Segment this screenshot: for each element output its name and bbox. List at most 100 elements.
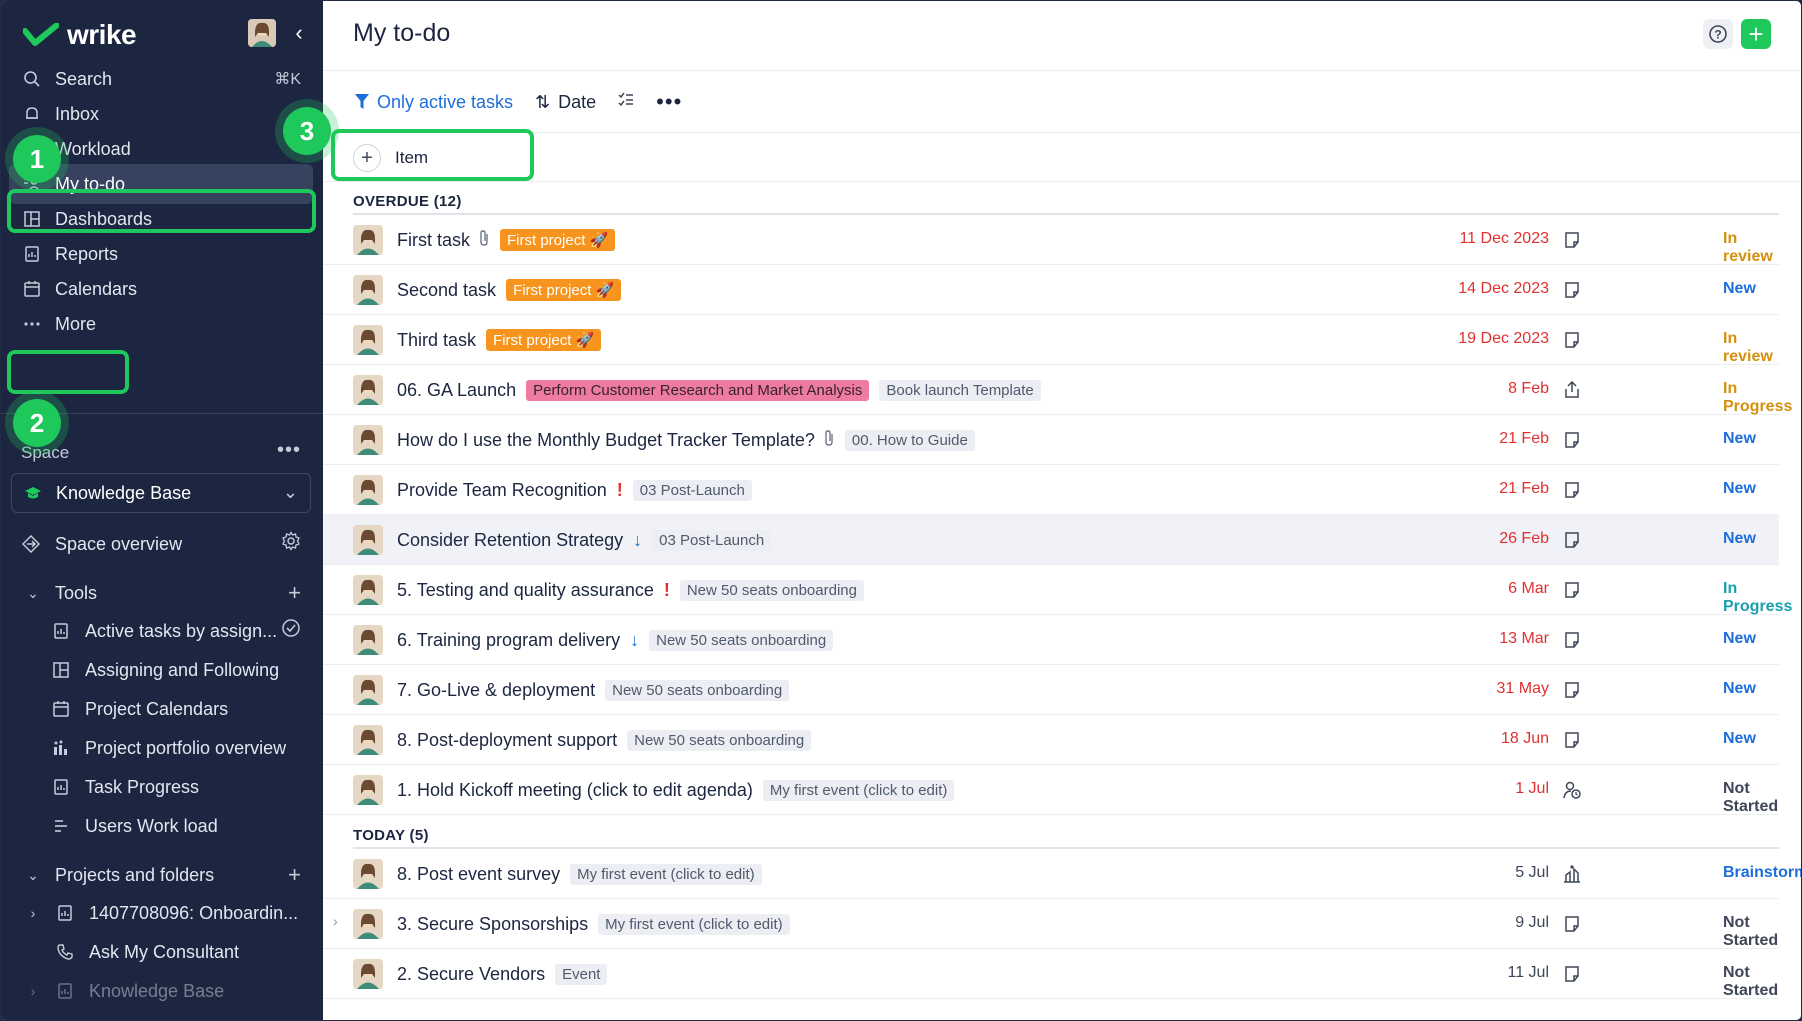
create-new-button[interactable]: +	[1741, 19, 1771, 49]
task-title[interactable]: Third task	[397, 330, 476, 351]
task-row[interactable]: Consider Retention Strategy ↓ 03 Post-Laun…	[323, 515, 1779, 565]
task-icon[interactable]	[1561, 229, 1583, 251]
task-icon[interactable]	[1561, 529, 1583, 551]
due-date[interactable]: 14 Dec 2023	[1458, 280, 1549, 298]
due-date[interactable]: 13 Mar	[1499, 630, 1549, 648]
add-tool-button[interactable]: +	[288, 580, 301, 606]
project-tag[interactable]: 03 Post-Launch	[652, 529, 772, 551]
tool-item-3[interactable]: Project portfolio overview	[51, 730, 323, 766]
project-item-1[interactable]: Ask My Consultant	[23, 934, 323, 970]
task-title[interactable]: 5. Testing and quality assurance	[397, 580, 654, 601]
sort-button[interactable]: ⇅ Date	[535, 92, 596, 113]
collapse-sidebar-button[interactable]: ‹	[289, 19, 309, 47]
checklist-view-icon[interactable]	[618, 92, 634, 113]
nav-item-more[interactable]: More	[9, 304, 313, 344]
tool-item-0[interactable]: Active tasks by assign...	[51, 613, 323, 649]
assignee-avatar[interactable]	[353, 275, 383, 305]
help-button[interactable]: ?	[1703, 19, 1733, 49]
status-label[interactable]: New	[1723, 280, 1756, 298]
tool-status-icon[interactable]	[281, 618, 301, 644]
nav-item-inbox[interactable]: Inbox	[9, 94, 313, 134]
task-title[interactable]: 8. Post event survey	[397, 864, 560, 885]
task-row[interactable]: How do I use the Monthly Budget Tracker …	[323, 415, 1779, 465]
project-tag[interactable]: New 50 seats onboarding	[627, 729, 812, 751]
assignee-avatar[interactable]	[353, 859, 383, 889]
status-label[interactable]: Not Started	[1723, 780, 1779, 816]
space-selector[interactable]: Knowledge Base ⌄	[11, 473, 311, 513]
brainstorm-icon[interactable]	[1561, 863, 1583, 885]
assignee-avatar[interactable]	[353, 425, 383, 455]
due-date[interactable]: 18 Jun	[1501, 730, 1549, 748]
task-title[interactable]: 6. Training program delivery	[397, 630, 620, 651]
chevron-right-icon[interactable]: ›	[333, 913, 338, 929]
task-row[interactable]: 5. Testing and quality assurance! New 50 …	[323, 565, 1792, 615]
assignee-avatar[interactable]	[353, 725, 383, 755]
due-date[interactable]: 31 May	[1497, 680, 1549, 698]
task-row[interactable]: 2. Secure Vendors Event 11 Jul Not Started	[323, 949, 1779, 999]
tools-section[interactable]: ⌄ Tools +	[23, 575, 323, 611]
project-tag[interactable]: First project 🚀	[506, 279, 622, 301]
launch-icon[interactable]	[1561, 379, 1583, 401]
tool-item-5[interactable]: Users Work load	[51, 808, 323, 844]
task-icon[interactable]	[1561, 279, 1583, 301]
add-project-button[interactable]: +	[288, 862, 301, 888]
task-row[interactable]: 06. GA Launch Perform Customer Research a…	[323, 365, 1792, 415]
task-title[interactable]: Consider Retention Strategy	[397, 530, 623, 551]
due-date[interactable]: 19 Dec 2023	[1458, 330, 1549, 348]
active-tasks-filter[interactable]: Only active tasks	[355, 92, 513, 113]
task-row[interactable]: 8. Post event survey My first event (clic…	[323, 849, 1801, 899]
status-label[interactable]: In review	[1723, 330, 1779, 366]
status-label[interactable]: Not Started	[1723, 964, 1779, 1000]
task-row[interactable]: 7. Go-Live & deployment New 50 seats onbo…	[323, 665, 1779, 715]
project-tag[interactable]: My first event (click to edit)	[598, 913, 790, 935]
wrike-logo[interactable]: wrike	[23, 19, 137, 51]
task-icon[interactable]	[1561, 479, 1583, 501]
projects-section[interactable]: ⌄ Projects and folders +	[23, 857, 323, 893]
meeting-icon[interactable]	[1561, 779, 1583, 801]
project-tag[interactable]: Perform Customer Research and Market Ana…	[526, 379, 870, 401]
project-tag[interactable]: 03 Post-Launch	[632, 479, 752, 501]
assignee-avatar[interactable]	[353, 775, 383, 805]
task-title[interactable]: First task	[397, 230, 470, 251]
assignee-avatar[interactable]	[353, 625, 383, 655]
project-item-2[interactable]: › Knowledge Base	[23, 973, 323, 1009]
task-row[interactable]: First task First project 🚀 11 Dec 2023 In r…	[323, 215, 1779, 265]
project-tag[interactable]: New 50 seats onboarding	[605, 679, 790, 701]
task-icon[interactable]	[1561, 729, 1583, 751]
space-options-button[interactable]: •••	[277, 439, 301, 462]
project-tag[interactable]: 00. How to Guide	[844, 429, 975, 451]
project-tag[interactable]: Event	[555, 963, 608, 985]
chevron-right-icon[interactable]: ›	[23, 983, 43, 999]
assignee-avatar[interactable]	[353, 375, 383, 405]
task-row[interactable]: 6. Training program delivery ↓ New 50 seat…	[323, 615, 1779, 665]
task-title[interactable]: 3. Secure Sponsorships	[397, 914, 588, 935]
status-label[interactable]: Brainstorm/Ideating	[1723, 864, 1801, 882]
project-tag[interactable]: My first event (click to edit)	[570, 863, 762, 885]
task-row[interactable]: Second task First project 🚀 14 Dec 2023 New	[323, 265, 1779, 315]
assignee-avatar[interactable]	[353, 525, 383, 555]
nav-item-search[interactable]: Search ⌘K	[9, 59, 313, 99]
task-title[interactable]: How do I use the Monthly Budget Tracker …	[397, 430, 815, 451]
task-icon[interactable]	[1561, 679, 1583, 701]
assignee-avatar[interactable]	[353, 675, 383, 705]
status-label[interactable]: New	[1723, 430, 1756, 448]
status-label[interactable]: In review	[1723, 230, 1779, 266]
status-label[interactable]: New	[1723, 630, 1756, 648]
project-tag[interactable]: Book launch Template	[879, 379, 1041, 401]
task-icon[interactable]	[1561, 963, 1583, 985]
tool-item-2[interactable]: Project Calendars	[51, 691, 323, 727]
task-row[interactable]: Provide Team Recognition! 03 Post-Launch 2…	[323, 465, 1779, 515]
task-title[interactable]: 1. Hold Kickoff meeting (click to edit a…	[397, 780, 753, 801]
nav-item-reports[interactable]: Reports	[9, 234, 313, 274]
due-date[interactable]: 5 Jul	[1515, 864, 1549, 882]
status-label[interactable]: In Progress	[1723, 380, 1792, 416]
task-title[interactable]: 8. Post-deployment support	[397, 730, 617, 751]
task-icon[interactable]	[1561, 629, 1583, 651]
task-title[interactable]: 2. Secure Vendors	[397, 964, 545, 985]
task-title[interactable]: 7. Go-Live & deployment	[397, 680, 595, 701]
space-settings-button[interactable]	[281, 531, 301, 557]
assignee-avatar[interactable]	[353, 575, 383, 605]
status-label[interactable]: New	[1723, 530, 1756, 548]
due-date[interactable]: 11 Jul	[1507, 964, 1549, 982]
tool-item-4[interactable]: Task Progress	[51, 769, 323, 805]
